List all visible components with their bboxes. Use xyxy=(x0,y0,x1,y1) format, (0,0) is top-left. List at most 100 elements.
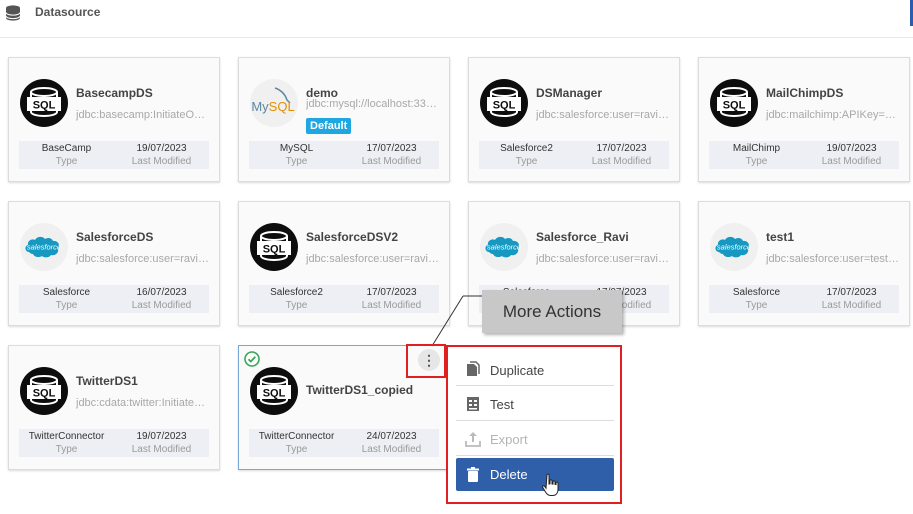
menu-item-export[interactable]: Export xyxy=(456,424,614,454)
datasource-meta: MailChimp Type 19/07/2023 Last Modified xyxy=(709,141,899,169)
sql-logo-text: SQL xyxy=(493,100,516,112)
last-modified-label: Last Modified xyxy=(591,156,652,167)
type-value: Salesforce xyxy=(732,287,781,298)
datasource-name: TwitterDS1_copied xyxy=(306,383,414,397)
menu-item-label: Test xyxy=(490,396,514,412)
datasource-name: DSManager xyxy=(536,86,603,100)
datasource-url: jdbc:cdata:twitter:InitiateOAuth=GETANDR… xyxy=(76,397,211,409)
type-label: Type xyxy=(285,300,308,311)
salesforce-logo: salesforce xyxy=(20,223,68,271)
datasource-url: jdbc:basecamp:InitiateOAuth=GETANDREFRES… xyxy=(76,109,211,121)
sql-icon: SQL xyxy=(20,79,68,127)
datasource-page: Datasource SQL BasecampDS jdbc:basecamp:In… xyxy=(0,0,913,514)
datasource-name: Salesforce_Ravi xyxy=(536,230,629,244)
datasource-card[interactable]: salesforce SalesforceDS jdbc:salesforce:us… xyxy=(8,201,220,326)
sql-icon: SQL xyxy=(710,79,758,127)
page-title: Datasource xyxy=(35,5,101,19)
datasource-url: jdbc:salesforce:user=test@example.com xyxy=(766,253,901,265)
datasource-meta: Salesforce2 Type 17/07/2023 Last Modified xyxy=(479,141,669,169)
datasource-name: SalesforceDSV2 xyxy=(306,230,399,244)
datasource-name: test1 xyxy=(766,230,795,244)
menu-item-label: Delete xyxy=(490,467,528,482)
salesforce-logo: salesforce xyxy=(710,223,758,271)
database-icon xyxy=(5,5,21,21)
last-modified-label: Last Modified xyxy=(131,444,192,455)
datasource-name: MailChimpDS xyxy=(766,86,844,100)
salesforce-logo-text: salesforce xyxy=(27,243,61,252)
last-modified-value: 17/07/2023 xyxy=(366,287,417,298)
type-label: Type xyxy=(55,300,78,311)
datasource-url: jdbc:salesforce:user=ravi@example.com xyxy=(76,253,211,265)
last-modified-value: 17/07/2023 xyxy=(596,143,647,154)
salesforce-logo-text: salesforce xyxy=(717,243,751,252)
last-modified-label: Last Modified xyxy=(821,300,882,311)
datasource-url: jdbc:salesforce:user=ravi@example.com xyxy=(306,253,441,265)
datasource-meta: BaseCamp Type 19/07/2023 Last Modified xyxy=(19,141,209,169)
last-modified-value: 24/07/2023 xyxy=(366,431,417,442)
datasource-card[interactable]: salesforce test1 jdbc:salesforce:user=test… xyxy=(698,201,910,326)
duplicate-icon xyxy=(467,361,480,376)
check-circle-icon xyxy=(244,351,260,367)
datasource-name: TwitterDS1 xyxy=(76,374,138,388)
type-label: Type xyxy=(285,156,308,167)
last-modified-value: 19/07/2023 xyxy=(136,143,187,154)
type-label: Type xyxy=(55,444,78,455)
datasource-meta: Salesforce Type 17/07/2023 Last Modified xyxy=(709,285,899,313)
datasource-card[interactable]: MySQLdemojdbc:mysql://localhost:3306/dem… xyxy=(238,57,450,182)
menu-item-label: Duplicate xyxy=(490,362,545,378)
mysql-logo-text: MySQL xyxy=(251,99,294,114)
type-label: Type xyxy=(55,156,78,167)
sql-logo-text: SQL xyxy=(33,100,56,112)
last-modified-label: Last Modified xyxy=(131,300,192,311)
datasource-meta: Salesforce Type 16/07/2023 Last Modified xyxy=(19,285,209,313)
type-label: Type xyxy=(515,156,538,167)
test-icon xyxy=(467,397,479,411)
export-icon xyxy=(465,432,481,447)
menu-divider xyxy=(456,385,614,386)
sql-logo-text: SQL xyxy=(263,388,286,400)
hand-cursor-icon xyxy=(542,473,559,496)
datasource-meta: TwitterConnector Type 19/07/2023 Last Modif… xyxy=(19,429,209,457)
last-modified-value: 17/07/2023 xyxy=(366,143,417,154)
type-label: Type xyxy=(745,300,768,311)
type-label: Type xyxy=(745,156,768,167)
datasource-name: SalesforceDS xyxy=(76,230,154,244)
last-modified-label: Last Modified xyxy=(361,300,422,311)
menu-item-label: Export xyxy=(490,431,528,447)
type-value: MySQL xyxy=(279,143,314,154)
last-modified-label: Last Modified xyxy=(361,156,422,167)
default-badge: Default xyxy=(306,118,352,134)
type-value: Salesforce2 xyxy=(500,143,553,154)
salesforce-logo-text: salesforce xyxy=(487,243,521,252)
last-modified-label: Last Modified xyxy=(821,156,882,167)
datasource-url: jdbc:salesforce:user=ravi@example.com xyxy=(536,253,671,265)
menu-item-test[interactable]: Test xyxy=(456,389,614,419)
more-actions-tooltip: More Actions xyxy=(482,290,622,333)
datasource-url: jdbc:mysql://localhost:3306/demo xyxy=(306,98,441,110)
datasource-url: jdbc:salesforce:user=ravi@example.com xyxy=(536,109,671,121)
last-modified-value: 16/07/2023 xyxy=(136,287,187,298)
sql-icon: SQL xyxy=(480,79,528,127)
datasource-card[interactable]: SQL BasecampDS jdbc:basecamp:InitiateOAuth… xyxy=(8,57,220,182)
type-value: BaseCamp xyxy=(41,143,92,154)
type-value: Salesforce2 xyxy=(270,287,323,298)
datasource-card[interactable]: SQL TwitterDS1 jdbc:cdata:twitter:Initiate… xyxy=(8,345,220,470)
type-value: TwitterConnector xyxy=(28,431,105,442)
type-value: Salesforce xyxy=(42,287,91,298)
datasource-url: jdbc:mailchimp:APIKey=xxxxxxxx xyxy=(766,109,901,121)
menu-item-delete[interactable]: Delete xyxy=(456,458,614,491)
sql-logo-text: SQL xyxy=(33,388,56,400)
last-modified-value: 19/07/2023 xyxy=(136,431,187,442)
last-modified-label: Last Modified xyxy=(131,156,192,167)
datasource-meta: TwitterConnector Type 24/07/2023 Last Modif… xyxy=(249,429,439,457)
last-modified-label: Last Modified xyxy=(361,444,422,455)
datasource-card[interactable]: SQL DSManager jdbc:salesforce:user=ravi@ex… xyxy=(468,57,680,182)
actions-menu: Duplicate Test Export Delete xyxy=(446,345,622,504)
menu-item-duplicate[interactable]: Duplicate xyxy=(456,355,614,385)
sql-logo-text: SQL xyxy=(263,244,286,256)
datasource-card[interactable]: SQL MailChimpDS jdbc:mailchimp:APIKey=xxxx… xyxy=(698,57,910,182)
datasource-card[interactable]: SQL SalesforceDSV2 jdbc:salesforce:user=ra… xyxy=(238,201,450,326)
more-actions-highlight xyxy=(406,344,446,378)
type-value: TwitterConnector xyxy=(258,431,335,442)
last-modified-value: 17/07/2023 xyxy=(826,287,877,298)
